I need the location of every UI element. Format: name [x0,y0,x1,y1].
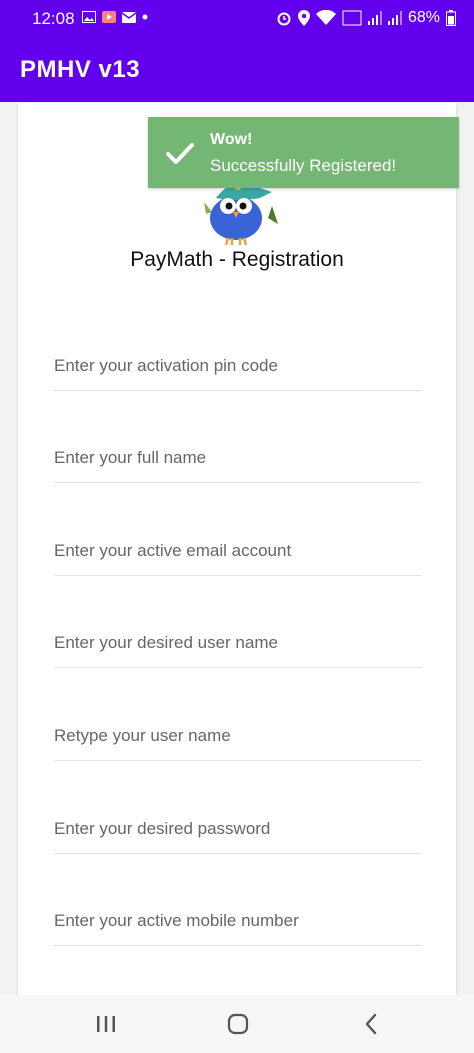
alarm-icon [277,12,291,26]
toast-title: Wow! [210,131,253,148]
dot-icon [142,14,148,20]
app-title: PMHV v13 [20,56,141,83]
location-icon [297,10,310,26]
activation-pin-field [54,330,422,391]
wifi-icon [315,10,336,25]
volte-icon [342,10,362,26]
battery-level: 68% [407,9,440,26]
signal-icon [367,11,382,25]
mobile-number-input[interactable] [54,911,422,931]
signal-icon-2 [387,11,402,25]
email-input[interactable] [54,541,422,561]
status-bar: 12:08 68% [0,0,474,34]
home-button[interactable] [208,995,268,1053]
recents-icon [97,1016,115,1032]
full-name-field [54,422,422,483]
status-right: 68% [276,9,456,27]
username-input[interactable] [54,633,422,653]
notification-icons [82,11,148,23]
success-toast[interactable]: Wow! Successfully Registered! [148,117,459,188]
email-field [54,515,422,576]
password-input[interactable] [54,819,422,839]
toast-message: Successfully Registered! [210,156,397,175]
check-icon [166,143,194,164]
back-icon [365,1013,377,1035]
username-field [54,607,422,668]
password-field [54,793,422,854]
image-notification-icon [82,11,96,23]
home-icon [227,1013,249,1035]
app-bar: PMHV v13 [0,34,474,102]
retype-username-field [54,700,422,761]
battery-icon [446,10,456,26]
activation-pin-input[interactable] [54,356,422,376]
full-name-input[interactable] [54,448,422,468]
recents-button[interactable] [76,995,136,1053]
system-nav-bar [0,995,474,1053]
video-notification-icon [102,11,116,23]
page-title: PayMath - Registration [130,248,344,271]
mail-notification-icon [122,11,136,23]
retype-username-input[interactable] [54,726,422,746]
back-button[interactable] [341,995,401,1053]
status-time: 12:08 [32,9,75,28]
mobile-number-field [54,885,422,946]
